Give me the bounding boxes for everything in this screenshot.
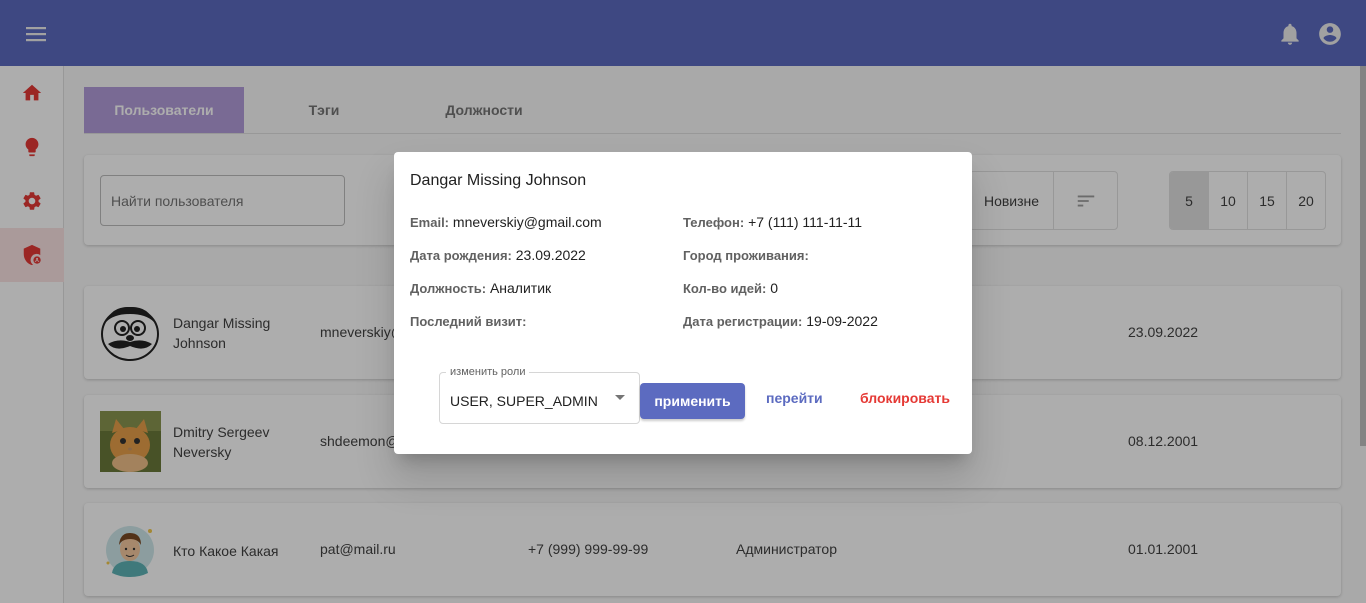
dialog-title: Dangar Missing Johnson: [410, 172, 587, 189]
last-visit-label: Последний визит:: [410, 314, 527, 329]
birth-value: 23.09.2022: [515, 247, 586, 263]
roles-label: изменить роли: [446, 366, 530, 378]
last-visit-row: Последний визит:: [410, 313, 527, 329]
birth-label: Дата рождения:: [410, 248, 512, 263]
registered-value: 19-09-2022: [806, 313, 878, 329]
user-details-dialog: Dangar Missing Johnson Email: mneverskiy…: [394, 152, 972, 454]
city-label: Город проживания:: [683, 248, 809, 263]
registered-row: Дата регистрации: 19-09-2022: [683, 313, 878, 329]
ideas-value: 0: [770, 280, 778, 296]
block-button[interactable]: блокировать: [860, 390, 950, 406]
apply-button[interactable]: применить: [640, 383, 745, 419]
email-row: Email: mneverskiy@gmail.com: [410, 214, 602, 230]
phone-value: +7 (111) 111-11-11: [748, 214, 863, 230]
position-label: Должность:: [410, 281, 487, 296]
email-value: mneverskiy@gmail.com: [452, 214, 602, 230]
goto-button[interactable]: перейти: [766, 390, 823, 406]
roles-select[interactable]: изменить роли USER, SUPER_ADMIN: [439, 366, 640, 424]
registered-label: Дата регистрации:: [683, 314, 803, 329]
email-label: Email:: [410, 215, 450, 230]
phone-label: Телефон:: [683, 215, 745, 230]
roles-value: USER, SUPER_ADMIN: [450, 393, 598, 409]
city-row: Город проживания:: [683, 247, 809, 263]
ideas-row: Кол-во идей: 0: [683, 280, 778, 296]
ideas-label: Кол-во идей:: [683, 281, 767, 296]
phone-row: Телефон: +7 (111) 111-11-11: [683, 214, 862, 230]
birth-row: Дата рождения: 23.09.2022: [410, 247, 586, 263]
position-row: Должность: Аналитик: [410, 280, 551, 296]
chevron-down-icon: [615, 395, 625, 400]
position-value: Аналитик: [489, 280, 552, 296]
